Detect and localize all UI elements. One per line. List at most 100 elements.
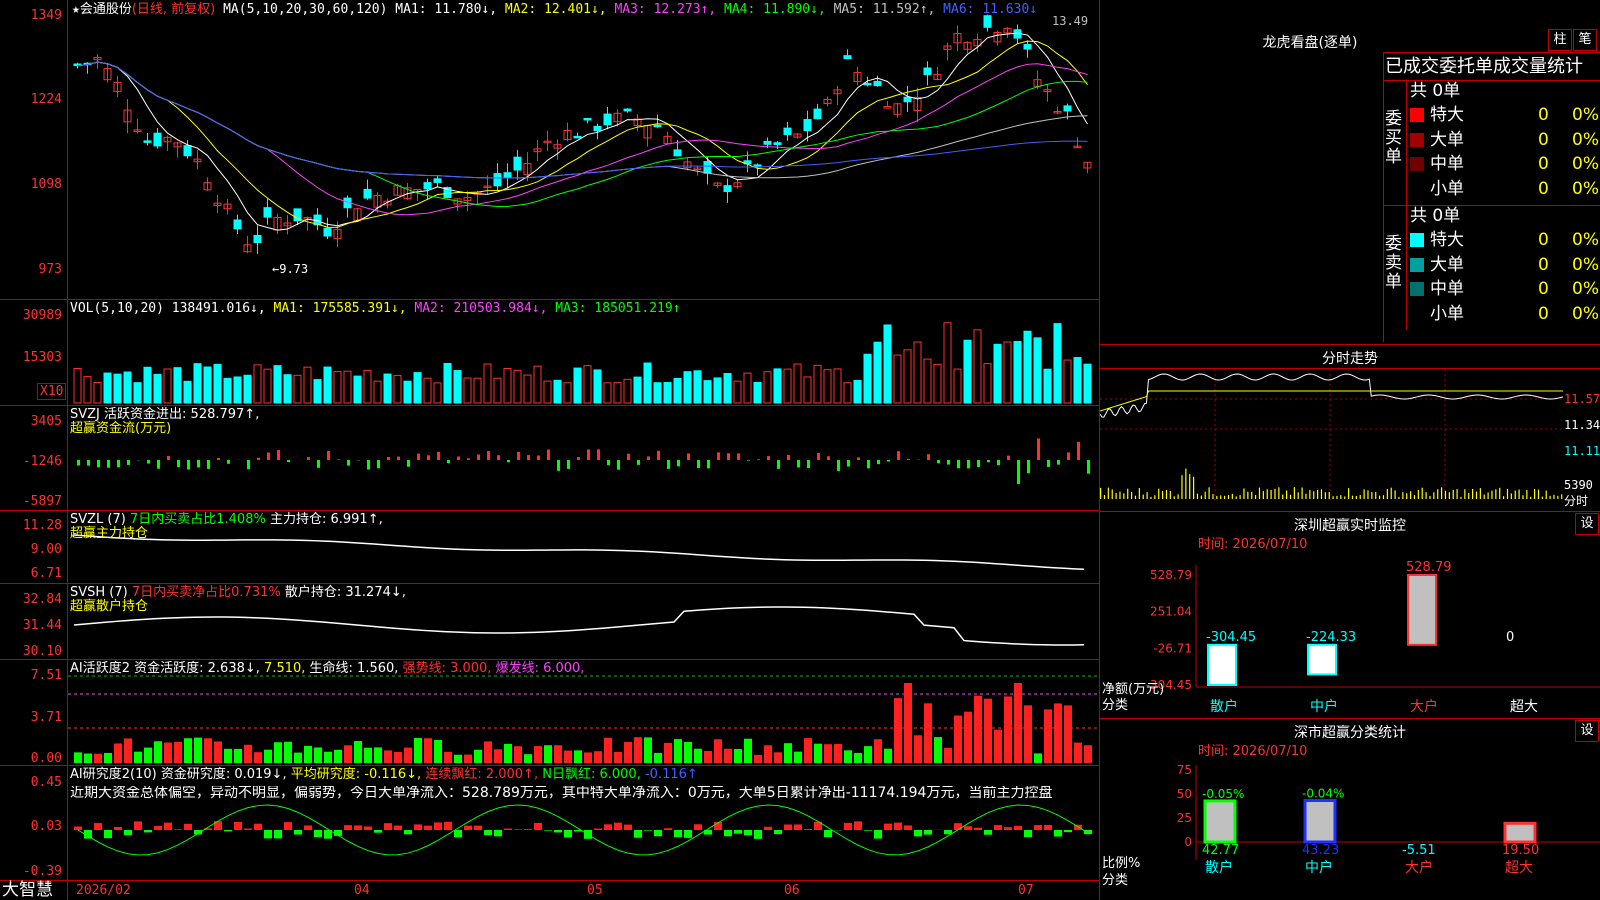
ai1-value2: 7.510, (264, 661, 306, 676)
volume-bar (443, 362, 452, 404)
fund-flow-bar (1047, 460, 1050, 467)
sell-order-row: 小单 0 0% (1406, 302, 1600, 326)
activity-bar (354, 740, 362, 763)
volume-bar (323, 366, 332, 404)
intraday-volume-bar (1286, 490, 1288, 499)
intraday-chart[interactable] (1100, 369, 1600, 509)
fund-flow-bar (617, 460, 620, 470)
activity-bar (544, 745, 552, 763)
activity-bar (854, 752, 862, 763)
candle-body (1063, 105, 1072, 112)
fund-flow-bar (317, 460, 320, 468)
fund-flow-bar (177, 460, 180, 468)
classify-bar (1203, 799, 1237, 844)
ai2-axis-label: 0.03 (30, 819, 62, 834)
fund-flow-bar (537, 455, 540, 460)
svsh-axis-label: 32.84 (22, 592, 62, 607)
research-bar (494, 830, 502, 837)
legend-swatch (1410, 233, 1424, 247)
research-bar (474, 825, 482, 830)
fund-flow-bar (497, 455, 500, 460)
intraday-volume-bar (1402, 492, 1404, 499)
app-logo[interactable]: 大智慧 (2, 880, 53, 900)
chart-area[interactable]: 1349 1224 1098 973 ★会通股份(日线, 前复权) MA(5,1… (0, 0, 1100, 900)
activity-bar (1004, 696, 1012, 763)
volume-bar (273, 365, 282, 404)
stock-name[interactable]: 会通股份 (80, 2, 132, 17)
classify-settings-button[interactable]: 设 (1575, 720, 1599, 742)
tick-view-button[interactable]: 笔 (1573, 29, 1597, 51)
monitor-settings-button[interactable]: 设 (1575, 513, 1599, 535)
order-percent: 0% (1572, 254, 1599, 275)
research-bar (314, 830, 322, 838)
ai2-label: AI研究度2(10) (70, 767, 157, 782)
intraday-volume-bar (1297, 492, 1299, 499)
intraday-volume-bar (1537, 489, 1540, 499)
research-bar (944, 830, 952, 835)
intraday-volume-bar (1220, 495, 1222, 499)
fund-flow-bar (607, 460, 610, 466)
activity-bar (494, 749, 502, 763)
monitor-ylabel: 净额(万元) (1102, 682, 1165, 697)
order-count: 0 (1538, 279, 1549, 299)
volume-bar (903, 349, 912, 404)
candle-body (143, 140, 152, 143)
monitor-axis-label: 528.79 (1150, 568, 1192, 582)
activity-bar (504, 743, 512, 763)
intraday-volume-bar (1545, 490, 1547, 499)
volume-bar (283, 374, 292, 404)
intraday-volume-bar (1293, 487, 1295, 499)
intraday-volume-bar (1181, 475, 1183, 499)
research-bar (244, 828, 252, 830)
intraday-volume-bar (1305, 493, 1307, 499)
activity-bar (894, 698, 902, 763)
fund-flow-bar (227, 460, 230, 464)
intraday-volume-bar (1115, 492, 1117, 499)
candle-body (263, 207, 272, 218)
svsh-ratio: 7日内买卖净占比0.731% (131, 585, 281, 600)
volume-bar (663, 382, 672, 404)
research-bar (614, 822, 622, 830)
intraday-volume-bar (1231, 493, 1233, 499)
activity-bar (1034, 753, 1042, 763)
activity-bar (74, 752, 82, 763)
fund-flow-bar (1087, 460, 1090, 474)
activity-bar (924, 703, 932, 763)
monitor-bar (1407, 574, 1437, 646)
candle-body (783, 127, 792, 135)
activity-bar (1054, 703, 1062, 763)
legend-swatch (1410, 132, 1424, 147)
activity-bar (914, 735, 922, 763)
research-bar (344, 825, 352, 830)
buy-order-row: 特大 0 0% (1406, 103, 1600, 127)
fund-flow-bar (677, 460, 680, 467)
activity-bar (944, 747, 952, 763)
activity-bar (1064, 705, 1072, 763)
volume-bar (963, 339, 972, 404)
buy-total: 共 0单 (1410, 81, 1461, 101)
candle-body (983, 15, 992, 28)
research-bar (974, 827, 982, 830)
intraday-volume-bar (1483, 494, 1485, 499)
fund-flow-bar (1067, 452, 1070, 460)
research-bar (94, 823, 102, 830)
candle-body (703, 161, 712, 174)
candle-body (883, 106, 892, 109)
activity-bar (254, 752, 262, 763)
bar-view-button[interactable]: 柱 (1548, 29, 1572, 51)
volume-bar (133, 382, 142, 404)
classify-axis-label: 75 (1177, 763, 1192, 777)
research-bar (374, 830, 382, 833)
research-bar (184, 823, 192, 830)
intraday-volume-bar (1177, 494, 1179, 499)
volume-bar (503, 368, 512, 404)
intraday-volume-bar (1134, 495, 1137, 499)
candle-body (323, 227, 332, 237)
volume-bar (713, 377, 722, 404)
volume-bar (233, 376, 242, 404)
fund-flow-bar (437, 451, 440, 460)
research-bar (854, 821, 862, 830)
intraday-unit: 分时 (1564, 494, 1589, 508)
candle-body (773, 142, 782, 145)
order-percent: 0% (1572, 154, 1599, 174)
